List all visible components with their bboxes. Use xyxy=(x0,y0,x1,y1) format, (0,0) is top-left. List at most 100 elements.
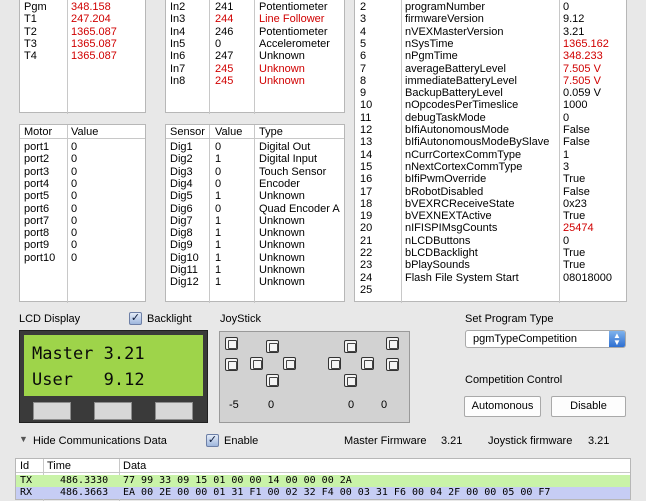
sensor-type: Quad Encoder A xyxy=(259,202,340,215)
motor-value: 0 xyxy=(71,251,78,264)
param-name: bPlaySounds xyxy=(405,259,470,272)
param-value: False xyxy=(563,185,590,198)
table-row: port3 0 xyxy=(20,166,145,178)
motor-value: 0 xyxy=(71,177,78,190)
joystick-shoulder-button[interactable] xyxy=(225,337,238,350)
motor-table: Motor Value port1 0 port2 0 port3 0 port4 0 port… xyxy=(19,124,146,303)
table-row: Dig11 1 Unknown xyxy=(166,264,344,276)
select-arrows-icon: ▲ ▼ xyxy=(609,331,625,347)
sensor-port: Dig5 xyxy=(170,190,193,203)
joystick-dpad-left[interactable] xyxy=(250,357,263,370)
sensor-type: Unknown xyxy=(259,74,305,87)
program-type-value: pgmTypeCompetition xyxy=(473,333,577,345)
table-row: T1 247.204 xyxy=(20,13,145,25)
motor-port: port7 xyxy=(24,214,50,227)
timer-value: 1365.087 xyxy=(71,50,117,63)
table-row: 24 Flash File System Start 08018000 xyxy=(355,272,626,284)
param-index: 22 xyxy=(360,247,373,259)
sensor-value: 0 xyxy=(215,165,222,178)
sensor-type: Unknown xyxy=(259,251,305,264)
backlight-checkbox[interactable]: ✓ xyxy=(129,312,142,325)
sensor-type: Unknown xyxy=(259,239,305,252)
joystick-shoulder-button[interactable] xyxy=(225,358,238,371)
table-row: 11 debugTaskMode 0 xyxy=(355,112,626,124)
table-row: T2 1365.087 xyxy=(20,26,145,38)
communications-log-table: Id Time Data TX 486.3330 77 99 33 09 15 01… xyxy=(15,458,631,501)
param-value: True xyxy=(563,259,586,272)
param-value: 9.12 xyxy=(563,13,585,26)
column-header-type: Type xyxy=(259,126,283,138)
table-row: 6 nPgmTime 348.233 xyxy=(355,50,626,62)
table-row: 18 bVEXRCReceiveState 0x23 xyxy=(355,198,626,210)
lcd-left-button[interactable] xyxy=(33,402,71,420)
sensor-port: In5 xyxy=(170,37,186,50)
table-row: Dig5 1 Unknown xyxy=(166,190,344,202)
joystick-shoulder-button[interactable] xyxy=(386,337,399,350)
joystick-dpad-right[interactable] xyxy=(283,357,296,370)
param-name: BackupBatteryLevel xyxy=(405,87,503,100)
param-index: 11 xyxy=(360,111,372,124)
joystick-firmware-value: 3.21 xyxy=(588,435,610,447)
table-row: Dig1 0 Digital Out xyxy=(166,141,344,153)
enable-checkbox[interactable]: ✓ xyxy=(206,434,219,447)
motor-port: port2 xyxy=(24,153,50,166)
sensor-value: 1 xyxy=(215,276,222,289)
joystick-button-left[interactable] xyxy=(328,357,341,370)
sensor-value: 0 xyxy=(215,202,222,215)
lcd-line-1: Master 3.21 xyxy=(32,344,145,364)
table-row: port1 0 xyxy=(20,141,145,153)
table-row: Dig8 1 Unknown xyxy=(166,227,344,239)
sensor-type: Digital Input xyxy=(259,153,318,166)
table-row: 25 xyxy=(355,284,626,296)
table-row: port6 0 xyxy=(20,203,145,215)
sensor-port: Dig10 xyxy=(170,251,199,264)
param-name: averageBatteryLevel xyxy=(405,62,506,75)
param-name: bRobotDisabled xyxy=(405,185,484,198)
lcd-right-button[interactable] xyxy=(155,402,193,420)
motor-port: port10 xyxy=(24,251,56,264)
param-value: 3 xyxy=(563,160,570,173)
joystick-shoulder-button[interactable] xyxy=(386,358,399,371)
autonomous-button[interactable]: Automonous xyxy=(464,396,541,417)
table-row: Dig7 1 Unknown xyxy=(166,215,344,227)
timer-name: Pgm xyxy=(24,1,47,13)
program-type-select[interactable]: pgmTypeCompetition ▲ ▼ xyxy=(465,330,626,348)
table-row: 22 bLCDBacklight True xyxy=(355,247,626,259)
table-row: 5 nSysTime 1365.162 xyxy=(355,38,626,50)
table-row: port7 0 xyxy=(20,215,145,227)
joystick-dpad-up[interactable] xyxy=(266,340,279,353)
joystick-button-up[interactable] xyxy=(344,340,357,353)
table-row: port2 0 xyxy=(20,153,145,165)
joystick-button-down[interactable] xyxy=(344,374,357,387)
sensor-type: Accelerometer xyxy=(259,37,330,50)
disable-button[interactable]: Disable xyxy=(551,396,626,417)
timer-name: T1 xyxy=(24,13,37,26)
sensor-port: In6 xyxy=(170,50,186,63)
sensor-value: 1 xyxy=(215,264,222,276)
lcd-center-button[interactable] xyxy=(94,402,132,420)
table-row: port5 0 xyxy=(20,190,145,202)
disclosure-triangle-icon[interactable]: ▼ xyxy=(19,434,28,444)
motor-port: port6 xyxy=(24,202,50,215)
table-row: Dig4 0 Encoder xyxy=(166,178,344,190)
lcd-display: Master 3.21 User 9.12 xyxy=(19,330,208,423)
param-name: Flash File System Start xyxy=(405,271,519,284)
sensor-value: 241 xyxy=(215,1,234,13)
table-row: 12 bIfiAutonomousMode False xyxy=(355,124,626,136)
param-name: firmwareVersion xyxy=(405,13,484,26)
sensor-table-header: Sensor Value Type xyxy=(166,125,344,139)
joystick-dpad-down[interactable] xyxy=(266,374,279,387)
param-index: 20 xyxy=(360,222,373,235)
param-value: 3.21 xyxy=(563,25,585,38)
table-row: 4 nVEXMasterVersion 3.21 xyxy=(355,26,626,38)
master-firmware-label: Master Firmware xyxy=(344,435,427,447)
timer-value: 1365.087 xyxy=(71,37,117,50)
column-header-data: Data xyxy=(123,460,147,472)
sensor-port: In7 xyxy=(170,62,186,75)
lcd-line-2: User 9.12 xyxy=(32,370,145,390)
param-value: False xyxy=(563,136,590,149)
param-value: 7.505 V xyxy=(563,62,601,75)
hide-communications-toggle[interactable]: Hide Communications Data xyxy=(33,435,167,447)
sensor-value: 1 xyxy=(215,251,222,264)
joystick-button-right[interactable] xyxy=(361,357,374,370)
